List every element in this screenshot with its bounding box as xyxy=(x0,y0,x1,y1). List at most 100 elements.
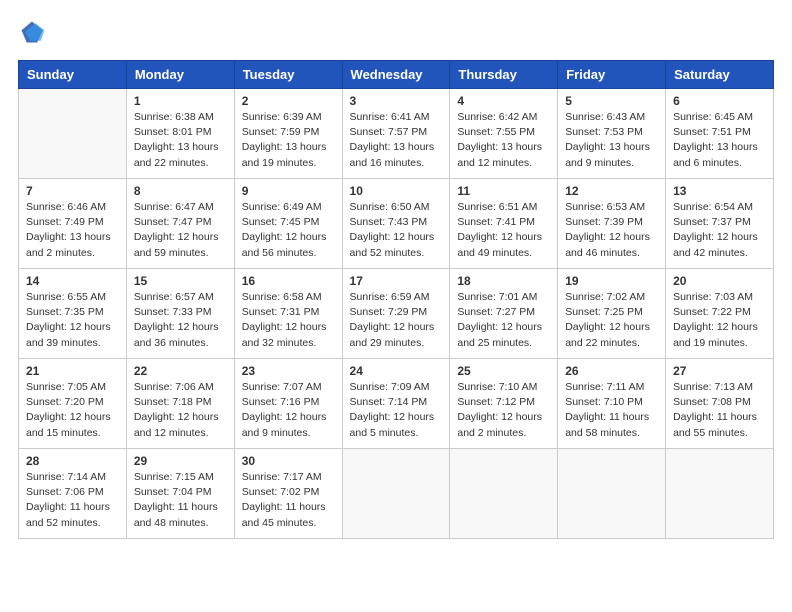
calendar-cell: 29Sunrise: 7:15 AMSunset: 7:04 PMDayligh… xyxy=(126,449,234,539)
day-detail: Sunrise: 7:05 AMSunset: 7:20 PMDaylight:… xyxy=(26,380,119,441)
calendar-cell: 28 Sunrise: 7:14 AMSunset: 7:06 PMDayligh… xyxy=(19,449,127,539)
day-detail: Sunrise: 7:11 AMSunset: 7:10 PMDaylight:… xyxy=(565,380,658,441)
day-detail: Sunrise: 6:41 AMSunset: 7:57 PMDaylight:… xyxy=(350,110,443,171)
day-number: 17 xyxy=(350,274,443,288)
calendar-cell: 6 Sunrise: 6:45 AMSunset: 7:51 PMDaylight… xyxy=(666,89,774,179)
day-number: 14 xyxy=(26,274,119,288)
day-detail: Sunrise: 7:17 AMSunset: 7:02 PMDaylight:… xyxy=(242,470,335,531)
calendar-cell: 24 Sunrise: 7:09 AMSunset: 7:14 PMDayligh… xyxy=(342,359,450,449)
day-number: 12 xyxy=(565,184,658,198)
day-detail: Sunrise: 6:50 AMSunset: 7:43 PMDaylight:… xyxy=(350,200,443,261)
day-number: 5 xyxy=(565,94,658,108)
calendar-week-row: 28 Sunrise: 7:14 AMSunset: 7:06 PMDayligh… xyxy=(19,449,774,539)
day-detail: Sunrise: 6:39 AMSunset: 7:59 PMDaylight:… xyxy=(242,110,335,171)
day-detail: Sunrise: 6:55 AMSunset: 7:35 PMDaylight:… xyxy=(26,290,119,351)
day-number: 25 xyxy=(457,364,550,378)
day-number: 1 xyxy=(134,94,227,108)
calendar-cell: 15Sunrise: 6:57 AMSunset: 7:33 PMDayligh… xyxy=(126,269,234,359)
day-number: 4 xyxy=(457,94,550,108)
calendar-cell: 8Sunrise: 6:47 AMSunset: 7:47 PMDaylight… xyxy=(126,179,234,269)
day-detail: Sunrise: 6:38 AMSunset: 8:01 PMDaylight:… xyxy=(134,110,227,171)
day-number: 11 xyxy=(457,184,550,198)
weekday-header: Tuesday xyxy=(234,61,342,89)
calendar-cell: 21 Sunrise: 7:05 AMSunset: 7:20 PMDayligh… xyxy=(19,359,127,449)
calendar-cell: 12 Sunrise: 6:53 AMSunset: 7:39 PMDayligh… xyxy=(558,179,666,269)
day-detail: Sunrise: 6:59 AMSunset: 7:29 PMDaylight:… xyxy=(350,290,443,351)
day-detail: Sunrise: 6:51 AMSunset: 7:41 PMDaylight:… xyxy=(457,200,550,261)
day-detail: Sunrise: 6:49 AMSunset: 7:45 PMDaylight:… xyxy=(242,200,335,261)
day-detail: Sunrise: 6:47 AMSunset: 7:47 PMDaylight:… xyxy=(134,200,227,261)
calendar-cell: 2 Sunrise: 6:39 AMSunset: 7:59 PMDaylight… xyxy=(234,89,342,179)
day-detail: Sunrise: 6:46 AMSunset: 7:49 PMDaylight:… xyxy=(26,200,119,261)
calendar-cell: 13Sunrise: 6:54 AMSunset: 7:37 PMDayligh… xyxy=(666,179,774,269)
day-detail: Sunrise: 7:09 AMSunset: 7:14 PMDaylight:… xyxy=(350,380,443,441)
day-number: 19 xyxy=(565,274,658,288)
calendar-cell: 14 Sunrise: 6:55 AMSunset: 7:35 PMDayligh… xyxy=(19,269,127,359)
calendar-cell: 17 Sunrise: 6:59 AMSunset: 7:29 PMDayligh… xyxy=(342,269,450,359)
day-detail: Sunrise: 7:14 AMSunset: 7:06 PMDaylight:… xyxy=(26,470,119,531)
calendar-cell: 18 Sunrise: 7:01 AMSunset: 7:27 PMDayligh… xyxy=(450,269,558,359)
day-detail: Sunrise: 7:07 AMSunset: 7:16 PMDaylight:… xyxy=(242,380,335,441)
calendar-cell xyxy=(19,89,127,179)
calendar-cell: 4 Sunrise: 6:42 AMSunset: 7:55 PMDaylight… xyxy=(450,89,558,179)
calendar-cell: 10 Sunrise: 6:50 AMSunset: 7:43 PMDayligh… xyxy=(342,179,450,269)
day-number: 6 xyxy=(673,94,766,108)
day-number: 7 xyxy=(26,184,119,198)
day-detail: Sunrise: 6:58 AMSunset: 7:31 PMDaylight:… xyxy=(242,290,335,351)
day-number: 26 xyxy=(565,364,658,378)
day-detail: Sunrise: 6:53 AMSunset: 7:39 PMDaylight:… xyxy=(565,200,658,261)
calendar-cell xyxy=(558,449,666,539)
day-number: 28 xyxy=(26,454,119,468)
calendar-cell: 27 Sunrise: 7:13 AMSunset: 7:08 PMDayligh… xyxy=(666,359,774,449)
calendar-cell: 22 Sunrise: 7:06 AMSunset: 7:18 PMDayligh… xyxy=(126,359,234,449)
calendar-week-row: 7 Sunrise: 6:46 AMSunset: 7:49 PMDaylight… xyxy=(19,179,774,269)
calendar-cell: 30Sunrise: 7:17 AMSunset: 7:02 PMDayligh… xyxy=(234,449,342,539)
weekday-header: Friday xyxy=(558,61,666,89)
calendar-header-row: SundayMondayTuesdayWednesdayThursdayFrid… xyxy=(19,61,774,89)
calendar-cell: 9 Sunrise: 6:49 AMSunset: 7:45 PMDaylight… xyxy=(234,179,342,269)
day-number: 9 xyxy=(242,184,335,198)
day-detail: Sunrise: 6:57 AMSunset: 7:33 PMDaylight:… xyxy=(134,290,227,351)
day-detail: Sunrise: 7:06 AMSunset: 7:18 PMDaylight:… xyxy=(134,380,227,441)
day-detail: Sunrise: 6:43 AMSunset: 7:53 PMDaylight:… xyxy=(565,110,658,171)
day-number: 3 xyxy=(350,94,443,108)
weekday-header: Saturday xyxy=(666,61,774,89)
calendar-cell: 16Sunrise: 6:58 AMSunset: 7:31 PMDayligh… xyxy=(234,269,342,359)
calendar-cell: 23 Sunrise: 7:07 AMSunset: 7:16 PMDayligh… xyxy=(234,359,342,449)
day-number: 21 xyxy=(26,364,119,378)
weekday-header: Sunday xyxy=(19,61,127,89)
calendar-cell: 1 Sunrise: 6:38 AMSunset: 8:01 PMDaylight… xyxy=(126,89,234,179)
calendar-cell: 20 Sunrise: 7:03 AMSunset: 7:22 PMDayligh… xyxy=(666,269,774,359)
calendar-cell: 26 Sunrise: 7:11 AMSunset: 7:10 PMDayligh… xyxy=(558,359,666,449)
calendar-week-row: 21 Sunrise: 7:05 AMSunset: 7:20 PMDayligh… xyxy=(19,359,774,449)
day-number: 2 xyxy=(242,94,335,108)
day-number: 22 xyxy=(134,364,227,378)
day-detail: Sunrise: 7:03 AMSunset: 7:22 PMDaylight:… xyxy=(673,290,766,351)
day-number: 27 xyxy=(673,364,766,378)
day-number: 29 xyxy=(134,454,227,468)
day-detail: Sunrise: 7:10 AMSunset: 7:12 PMDaylight:… xyxy=(457,380,550,441)
day-number: 10 xyxy=(350,184,443,198)
day-detail: Sunrise: 7:02 AMSunset: 7:25 PMDaylight:… xyxy=(565,290,658,351)
day-number: 23 xyxy=(242,364,335,378)
day-number: 18 xyxy=(457,274,550,288)
day-detail: Sunrise: 6:45 AMSunset: 7:51 PMDaylight:… xyxy=(673,110,766,171)
day-detail: Sunrise: 7:13 AMSunset: 7:08 PMDaylight:… xyxy=(673,380,766,441)
calendar-cell xyxy=(450,449,558,539)
weekday-header: Monday xyxy=(126,61,234,89)
day-number: 20 xyxy=(673,274,766,288)
calendar-week-row: 14 Sunrise: 6:55 AMSunset: 7:35 PMDayligh… xyxy=(19,269,774,359)
calendar-cell xyxy=(342,449,450,539)
weekday-header: Thursday xyxy=(450,61,558,89)
day-detail: Sunrise: 7:01 AMSunset: 7:27 PMDaylight:… xyxy=(457,290,550,351)
calendar-cell: 3 Sunrise: 6:41 AMSunset: 7:57 PMDaylight… xyxy=(342,89,450,179)
calendar-cell: 7 Sunrise: 6:46 AMSunset: 7:49 PMDaylight… xyxy=(19,179,127,269)
day-detail: Sunrise: 6:42 AMSunset: 7:55 PMDaylight:… xyxy=(457,110,550,171)
calendar-table: SundayMondayTuesdayWednesdayThursdayFrid… xyxy=(18,60,774,539)
logo xyxy=(18,18,50,46)
calendar-cell: 19 Sunrise: 7:02 AMSunset: 7:25 PMDayligh… xyxy=(558,269,666,359)
day-number: 24 xyxy=(350,364,443,378)
calendar-week-row: 1 Sunrise: 6:38 AMSunset: 8:01 PMDaylight… xyxy=(19,89,774,179)
page-header xyxy=(18,18,774,46)
day-number: 13 xyxy=(673,184,766,198)
